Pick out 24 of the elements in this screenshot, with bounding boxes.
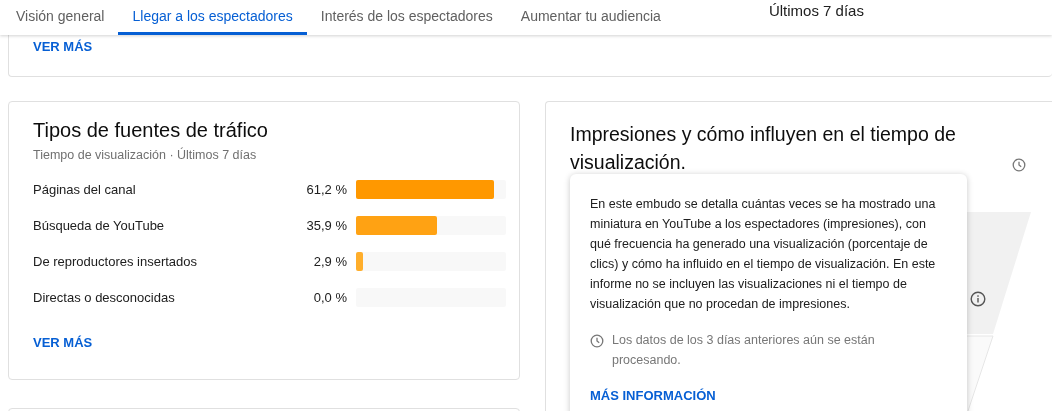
percentage: 35,9 % xyxy=(305,218,347,233)
source-label: Directas o desconocidas xyxy=(33,290,176,305)
see-more-link[interactable]: VER MÁS xyxy=(33,335,93,350)
see-more-link[interactable]: VER MÁS xyxy=(33,39,93,54)
info-icon xyxy=(970,291,986,307)
clock-icon xyxy=(590,334,604,348)
processing-note: Los datos de los 3 días anteriores aún se están procesando. xyxy=(612,332,876,369)
percentage: 0,0 % xyxy=(312,290,347,305)
tooltip-text: En este embudo se detalla cuántas veces se ha mostrado una miniatura en YouTube a los espectadores (impresiones), con qué frecuencia ha generado una visualización (porcentaje de clics) y cómo ha influido en el tiempo de visualización. En este informe no se incluyen las visualizaciones ni el tiempo de visualización que no procedan de impresiones. xyxy=(590,196,937,313)
tab[interactable]: Llegar a los espectadores xyxy=(118,0,307,35)
period-dropdown[interactable]: Últimos 7 días xyxy=(762,0,870,23)
tab[interactable]: Visión general xyxy=(2,0,119,35)
tab[interactable]: Interés de los espectadores xyxy=(306,0,507,35)
more-info-link[interactable]: MÁS INFORMACIÓN xyxy=(590,388,716,403)
card-title: Impresiones y cómo influyen en el tiempo de visualización. xyxy=(570,122,957,175)
percentage: 61,2 % xyxy=(305,182,347,197)
card-subtitle: Tiempo de visualización · Últimos 7 días xyxy=(33,148,258,162)
source-label: Búsqueda de YouTube xyxy=(33,218,166,233)
source-label: Páginas del canal xyxy=(33,182,137,197)
card-title: Tipos de fuentes de tráfico xyxy=(33,119,269,142)
tab[interactable]: Aumentar tu audiencia xyxy=(506,0,675,35)
percentage: 2,9 % xyxy=(312,254,347,269)
source-label: De reproductores insertados xyxy=(33,254,199,269)
clock-icon xyxy=(1012,158,1026,172)
